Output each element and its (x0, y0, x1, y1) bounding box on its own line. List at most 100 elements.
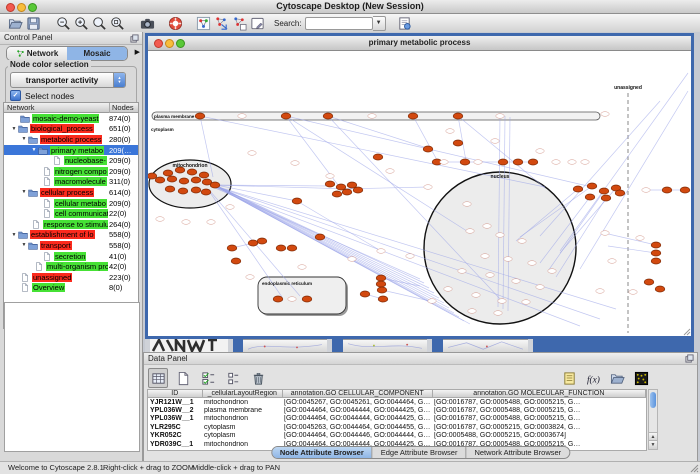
expand-arrow-icon[interactable]: ▼ (20, 189, 28, 195)
tree-row[interactable]: ▼establishment of lo558(0) (4, 230, 138, 241)
svg-text:mitochondrion: mitochondrion (173, 163, 208, 169)
table-cell: cytoplasm (202, 432, 282, 439)
resize-grip-icon[interactable] (689, 463, 699, 473)
table-scrollbar[interactable]: ▲ ▼ (648, 389, 658, 450)
tree-row[interactable]: nitrogen compo209(0) (4, 166, 138, 177)
background-window[interactable] (150, 339, 228, 352)
node-color-dropdown[interactable]: transporter activity ▲▼ (10, 72, 126, 88)
window-edge (332, 339, 343, 352)
tree-row[interactable]: nucleobase-209(0) (4, 155, 138, 166)
tree-row[interactable]: ▼primary metabo209(… (4, 145, 138, 156)
tree-row-count: 311(0) (109, 177, 130, 186)
formula-builder-icon[interactable]: f(x) (583, 368, 603, 388)
tree-row-label: primary metabo (50, 146, 104, 155)
destroy-view-icon[interactable] (230, 15, 248, 31)
attribute-list-icon[interactable] (223, 368, 243, 388)
tree-row[interactable]: ▼biological_process651(0) (4, 124, 138, 135)
tree-row[interactable]: ▼cellular process614(0) (4, 187, 138, 198)
tab-mosaic[interactable]: Mosaic (67, 47, 127, 60)
network-graph[interactable]: plasma membranecytoplasmmitochondrionnuc… (148, 51, 691, 336)
batch-edit-icon[interactable] (198, 368, 218, 388)
network-view-window[interactable]: primary metabolic process plasma membran… (145, 33, 694, 339)
tab-edge-attribute-browser[interactable]: Edge Attribute Browser (372, 447, 466, 458)
tree-row[interactable]: secretion41(0) (4, 251, 138, 262)
table-row[interactable]: YLR295Ccytoplasm[GO:0045263, GO:0044464,… (148, 423, 646, 431)
network-canvas[interactable]: plasma membranecytoplasmmitochondrionnuc… (148, 51, 691, 336)
snapshot-icon[interactable] (138, 15, 156, 31)
tree-row-count: 42(0) (109, 262, 127, 271)
expand-arrow-icon[interactable]: ▼ (30, 147, 38, 153)
search-dropdown-button[interactable]: ▼ (373, 16, 386, 31)
open-attribute-icon[interactable] (607, 368, 627, 388)
help-icon[interactable] (166, 15, 184, 31)
tab-node-attribute-browser[interactable]: Node Attribute Browser (272, 447, 372, 458)
table-cell: mitochondrion (202, 415, 282, 422)
tree-row[interactable]: macromolecule311(0) (4, 177, 138, 188)
tree-row[interactable]: cell communicat22(0) (4, 208, 138, 219)
zoom-out-icon[interactable] (54, 15, 72, 31)
column-header[interactable]: annotation.GO MOLECULAR_FUNCTION (433, 390, 646, 397)
vizmapper-icon[interactable] (194, 15, 212, 31)
select-nodes-label: Select nodes (25, 91, 74, 101)
network-tree: mosaic-demo-yeast874(0)▼biological_proce… (3, 113, 139, 329)
annotation-icon[interactable] (248, 15, 266, 31)
tree-row-label: multi-organism pro (46, 262, 108, 271)
background-window[interactable] (443, 339, 528, 352)
matrix-icon[interactable] (631, 368, 651, 388)
status-bar: Welcome to Cytoscape 2.8.1 Right-click +… (0, 461, 700, 474)
zoom-selected-icon[interactable] (90, 15, 108, 31)
delete-attribute-icon[interactable] (248, 368, 268, 388)
expand-arrow-icon[interactable]: ▼ (10, 232, 18, 238)
node-color-value: transporter activity (11, 76, 113, 85)
advanced-search-button[interactable] (396, 15, 414, 31)
tab-network[interactable]: Network (7, 47, 67, 60)
save-icon[interactable] (24, 15, 42, 31)
network-view-titlebar[interactable]: primary metabolic process (148, 36, 691, 51)
import-attributes-icon[interactable] (559, 368, 579, 388)
zoom-fit-icon[interactable] (108, 15, 126, 31)
tree-row[interactable]: cellular metabo209(0) (4, 198, 138, 209)
table-cell: YDR039C__1 (148, 441, 202, 448)
tree-row[interactable]: unassigned223(0) (4, 272, 138, 283)
create-view-icon[interactable] (212, 15, 230, 31)
zoom-in-icon[interactable] (72, 15, 90, 31)
attribute-browser-tabs: Node Attribute BrowserEdge Attribute Bro… (271, 446, 570, 459)
expand-arrow-icon[interactable]: ▼ (20, 136, 28, 142)
file (42, 177, 53, 186)
tree-row-count: 558(0) (109, 241, 131, 250)
tree-row-count: 209(0) (109, 167, 131, 176)
tree-row-label: response to stimulu (43, 220, 108, 229)
table-cell: [GO:0044464, GO:0044446, GO:0044444, G… (282, 432, 432, 439)
float-panel-icon[interactable] (130, 34, 139, 43)
attribute-table-body: YJR121W__1mitochondrion[GO:0045267, GO:0… (147, 398, 647, 451)
expand-arrow-icon[interactable]: ▼ (10, 126, 18, 132)
select-attributes-icon[interactable] (148, 368, 168, 388)
table-row[interactable]: YKR052Ccytoplasm[GO:0044464, GO:0044446,… (148, 432, 646, 440)
tab-overflow-icon[interactable]: ▶ (135, 48, 140, 56)
new-attribute-icon[interactable] (173, 368, 193, 388)
table-row[interactable]: YPL036W__1mitochondrion[GO:0044464, GO:0… (148, 415, 646, 423)
column-header[interactable]: annotation.GO CELLULAR_COMPONENT (283, 390, 433, 397)
scrollbar-thumb[interactable] (650, 392, 656, 408)
background-window[interactable] (343, 339, 427, 352)
table-row[interactable]: YPL036W__2plasma membrane[GO:0044464, GO… (148, 406, 646, 414)
background-window[interactable] (243, 339, 327, 352)
file (42, 167, 53, 176)
tree-row[interactable]: ▼metabolic process280(0) (4, 134, 138, 145)
search-input[interactable] (305, 17, 373, 30)
column-header[interactable]: ID (148, 390, 203, 397)
scroll-down-icon[interactable]: ▼ (649, 440, 657, 449)
float-panel-icon[interactable] (685, 354, 694, 363)
tree-row[interactable]: response to stimulu264(0) (4, 219, 138, 230)
tree-row[interactable]: ▼transport558(0) (4, 240, 138, 251)
select-nodes-checkbox[interactable]: ✓ (10, 90, 21, 101)
table-row[interactable]: YJR121W__1mitochondrion[GO:0045267, GO:0… (148, 398, 646, 406)
tree-row[interactable]: multi-organism pro42(0) (4, 261, 138, 272)
expand-arrow-icon[interactable]: ▼ (20, 242, 28, 248)
tree-row[interactable]: mosaic-demo-yeast874(0) (4, 113, 138, 124)
tree-row[interactable]: Overview8(0) (4, 283, 138, 294)
tree-row-label: cell communicat (54, 209, 108, 218)
open-icon[interactable] (6, 15, 24, 31)
tab-network-attribute-browser[interactable]: Network Attribute Browser (465, 447, 569, 458)
column-header[interactable]: _cellularLayoutRegion (203, 390, 283, 397)
